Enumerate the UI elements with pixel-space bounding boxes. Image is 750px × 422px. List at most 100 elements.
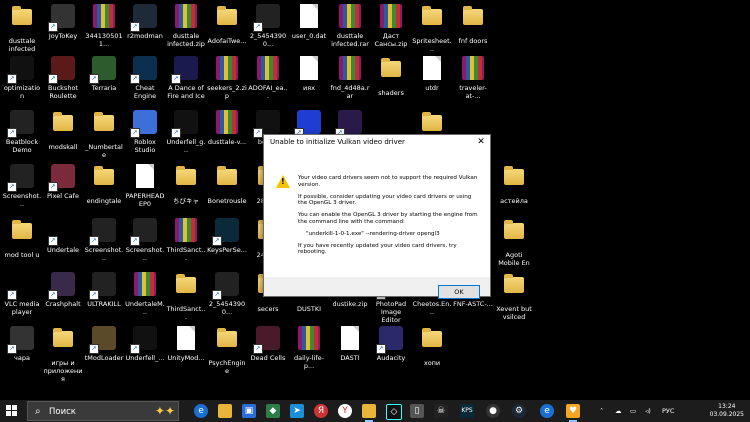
desktop-icon[interactable]: _Numbertale [84, 110, 124, 159]
desktop-icon[interactable]: ↗ Underfell_... [125, 326, 165, 362]
desktop-icon[interactable]: utdr [412, 56, 452, 92]
desktop-icon[interactable]: ↗ Buckshot Roulette [43, 56, 83, 100]
desktop-icon-label: Underfell_... [125, 354, 165, 362]
desktop-icon[interactable]: mod tool u [2, 218, 42, 259]
skull-taskbar-icon[interactable]: ☠ [434, 404, 448, 418]
desktop-icon[interactable]: traveler-at-... [453, 56, 493, 100]
desktop-icon[interactable]: ThirdSanct... [166, 272, 206, 321]
telegram-icon[interactable]: ➤ [290, 404, 304, 418]
search-box[interactable]: ⌕ Поиск ✦✦ [27, 401, 179, 421]
desktop-icon[interactable]: daily-life-p... [289, 326, 329, 370]
folder-icon [504, 274, 524, 293]
folder-taskbar-icon[interactable] [362, 404, 376, 422]
desktop-icon[interactable]: ↗ A Dance of Fire and Ice [166, 56, 206, 100]
desktop-icon[interactable]: ↗ KeysPerSe... [207, 218, 247, 254]
desktop-icon[interactable]: ThirdSanct... [166, 218, 206, 262]
volume-icon[interactable]: ◃) [645, 400, 651, 422]
kps-taskbar-icon[interactable]: KPS [460, 404, 474, 418]
desktop-icon-label: Xevent but vsilced [496, 305, 532, 321]
desktop-icon[interactable]: ↗ VLC media player [2, 272, 42, 316]
chevron-up-icon[interactable]: ˄ [600, 400, 603, 422]
desktop-icon[interactable]: ↗ Audacity [371, 326, 411, 362]
desktop-icon[interactable]: ↗ Pixel Cafe [43, 164, 83, 200]
desktop-icon[interactable]: ADOFAI_ea... [248, 56, 288, 100]
folder-icon [176, 166, 196, 185]
desktop-icon-label: utdr [425, 84, 439, 92]
desktop-icon[interactable]: ↗ optimization [2, 56, 42, 100]
desktop-icon[interactable]: иях [289, 56, 329, 92]
desktop-icon[interactable]: user_0.dat [289, 4, 329, 40]
desktop-icon[interactable]: игры и приложения [43, 326, 83, 383]
desktop-icon[interactable]: ↗ Screenshot... [84, 218, 124, 262]
app-taskbar-icon[interactable]: ♥ [566, 404, 580, 422]
file-explorer-icon[interactable] [218, 404, 232, 418]
dialog-titlebar: Unable to initialize Vulkan video driver… [264, 135, 490, 149]
weather-icon[interactable]: ☁ [615, 400, 622, 422]
start-button[interactable] [6, 405, 18, 417]
desktop-icon[interactable]: астейла [494, 164, 534, 205]
desktop-icon[interactable]: ↗ Terraria [84, 56, 124, 92]
shortcut-arrow-icon: ↗ [253, 128, 263, 138]
desktop-icon[interactable]: UnityMod... [166, 326, 206, 362]
underfell-taskbar-icon[interactable]: ◇ [386, 404, 402, 420]
desktop-icon[interactable]: ↗ Roblox Studio [125, 110, 165, 154]
desktop-icon[interactable]: Xevent but vsilced [494, 272, 534, 321]
store-icon[interactable]: ▣ [242, 404, 256, 418]
desktop-icon[interactable]: dusttale-v... [207, 110, 247, 146]
desktop-icon[interactable]: fnf doors [453, 4, 493, 45]
desktop-icon[interactable]: ↗ Crashphalt [43, 272, 83, 308]
desktop-icon[interactable]: modskall [43, 110, 83, 151]
desktop-icon[interactable]: dusttale infected [2, 4, 42, 53]
mouse-icon[interactable]: ▯ [410, 404, 424, 418]
desktop-icon[interactable]: AdofaiTwe... [207, 4, 247, 45]
desktop-icon[interactable]: ↗ Underfell_g... [166, 110, 206, 154]
desktop-icon[interactable]: ちびキャ [166, 164, 206, 205]
language-indicator[interactable]: РУС [662, 400, 674, 422]
desktop-icon[interactable]: Agoti Mobile En [494, 218, 534, 267]
desktop-icon[interactable]: 3441305011... [84, 4, 124, 48]
desktop-icon[interactable]: PAPERHEAD EP0 [125, 164, 165, 208]
desktop-icon[interactable]: ↗ чара [2, 326, 42, 362]
edge-dev-icon[interactable]: e [540, 404, 554, 418]
desktop-icon[interactable]: хопи [412, 326, 452, 367]
steam-icon[interactable]: ⚙ [512, 404, 526, 418]
desktop-icon[interactable]: ↗ Undertale [43, 218, 83, 254]
ok-button[interactable]: OK [438, 285, 480, 299]
desktop-icon[interactable]: ↗ Screenshot... [125, 218, 165, 262]
desktop-icon[interactable]: ↗ Cheat Engine [125, 56, 165, 100]
desktop-icon-label: Agoti Mobile En [498, 251, 530, 267]
yandex-browser-icon[interactable]: Y [338, 404, 352, 418]
desktop-icon[interactable]: ↗ Beatblock Demo [2, 110, 42, 154]
desktop-icon[interactable]: Даст Сансы.zip [371, 4, 411, 48]
desktop-icon-label: dusttale-v... [207, 138, 247, 146]
desktop-icon[interactable]: ↗ Screenshot... [2, 164, 42, 208]
desktop-icon[interactable]: ↗ 2_54543900... [248, 4, 288, 48]
desktop-icon[interactable]: shaders [371, 56, 411, 97]
desktop-icon[interactable]: fnd_4d48a.rar [330, 56, 370, 100]
network-icon[interactable]: ▭ [630, 400, 636, 422]
game-icon[interactable]: ◆ [266, 404, 280, 418]
desktop-icon[interactable]: seekers_2.zip [207, 56, 247, 100]
desktop-icon[interactable]: ↗ Dead Cells [248, 326, 288, 362]
desktop-icon[interactable]: DASTI [330, 326, 370, 362]
clock[interactable]: 13:24 03.09.2025 [710, 403, 744, 419]
desktop-icon[interactable]: Spritesheet... [412, 4, 452, 53]
desktop-icon-label: Audacity [376, 354, 406, 362]
desktop-icon[interactable]: PsychEngine [207, 326, 247, 375]
desktop-icon[interactable]: UndertaleM... [125, 272, 165, 316]
desktop-icon[interactable]: dusttale infected.zip [166, 4, 206, 48]
desktop-icon[interactable]: ↗ JoyToKey [43, 4, 83, 40]
desktop-icon[interactable]: ↗ tModLoader [84, 326, 124, 362]
edge-icon[interactable]: e [194, 404, 208, 418]
desktop-icon[interactable]: ↗ ULTRAKILL [84, 272, 124, 308]
obs-icon[interactable]: ● [486, 404, 500, 418]
folder-icon [53, 112, 73, 131]
desktop-icon[interactable]: Bonetrousle [207, 164, 247, 205]
yandex-icon[interactable]: Я [314, 404, 328, 418]
desktop-icon[interactable]: endingtale [84, 164, 124, 205]
desktop-icon[interactable]: ↗ r2modman [125, 4, 165, 40]
desktop-icon[interactable]: dusttale infected.rar [330, 4, 370, 48]
close-button[interactable]: ✕ [472, 135, 490, 149]
desktop-icon[interactable]: ↗ 2_54543900... [207, 272, 247, 316]
desktop-icon-label: A Dance of Fire and Ice [167, 84, 205, 100]
